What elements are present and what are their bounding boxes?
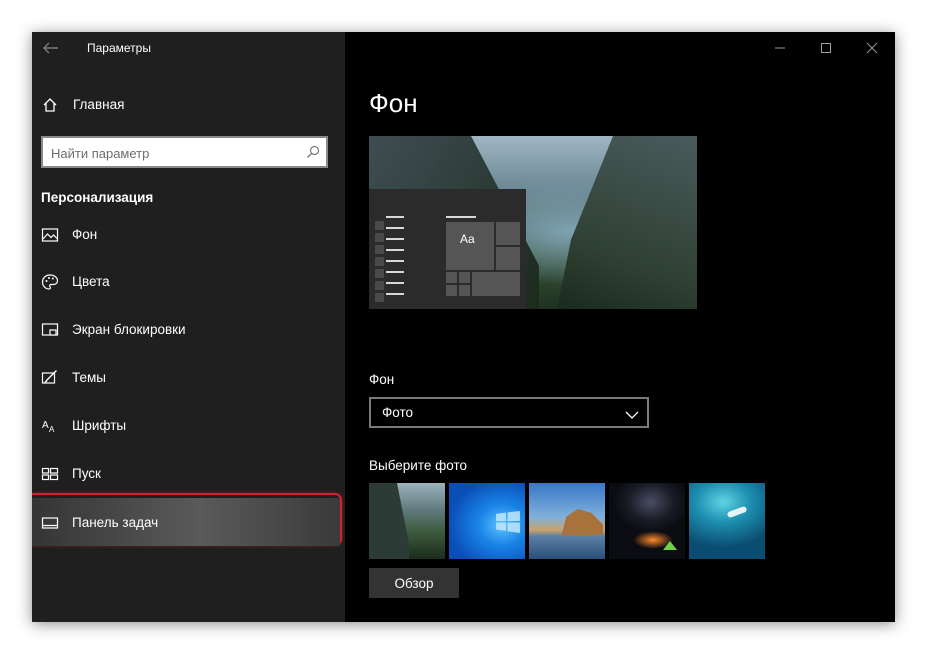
svg-text:A: A bbox=[49, 425, 55, 434]
windows-logo-icon bbox=[496, 511, 520, 533]
nav-list: Фон Цвета Экран блокировки Темы A A Шриф… bbox=[32, 222, 345, 622]
photo-thumbnail-windows-logo[interactable] bbox=[449, 483, 525, 559]
picture-icon bbox=[41, 226, 59, 244]
svg-text:A: A bbox=[42, 420, 49, 431]
sidebar-item-fonts[interactable]: A A Шрифты bbox=[32, 406, 345, 446]
lock-screen-icon bbox=[41, 321, 59, 339]
sidebar-item-colors[interactable]: Цвета bbox=[32, 262, 345, 302]
tile-aa: Aa bbox=[446, 222, 494, 270]
start-menu-mockup: Aa bbox=[369, 189, 526, 309]
minimize-button[interactable] bbox=[757, 32, 803, 64]
sidebar: Параметры Главная Персонализация bbox=[32, 32, 345, 622]
page-title: Фон bbox=[369, 88, 418, 118]
maximize-icon bbox=[821, 43, 831, 53]
browse-button[interactable]: Обзор bbox=[369, 568, 459, 598]
home-label: Главная bbox=[73, 97, 125, 112]
palette-icon bbox=[41, 273, 59, 291]
sidebar-item-label: Пуск bbox=[72, 466, 101, 481]
maximize-button[interactable] bbox=[803, 32, 849, 64]
choose-photo-label: Выберите фото bbox=[369, 458, 467, 473]
sidebar-item-label: Цвета bbox=[72, 274, 110, 289]
sidebar-item-start[interactable]: Пуск bbox=[32, 454, 345, 494]
chevron-down-icon bbox=[625, 407, 639, 419]
background-type-label: Фон bbox=[369, 372, 395, 387]
minimize-icon bbox=[775, 47, 785, 49]
close-icon bbox=[866, 42, 878, 54]
main-content: Фон Aa Фон Фото Выберите фото Обзор bbox=[345, 32, 895, 622]
preview-landscape bbox=[557, 136, 697, 309]
section-title: Персонализация bbox=[41, 190, 154, 205]
photo-thumbnail-night-sky[interactable] bbox=[609, 483, 685, 559]
taskbar-icon bbox=[41, 514, 59, 532]
back-arrow-icon bbox=[43, 42, 58, 54]
sidebar-item-background[interactable]: Фон bbox=[32, 222, 345, 255]
sidebar-item-label: Фон bbox=[72, 227, 98, 242]
background-preview: Aa bbox=[369, 136, 697, 309]
search-box[interactable] bbox=[41, 136, 328, 168]
themes-icon bbox=[41, 369, 59, 387]
sidebar-item-label: Шрифты bbox=[72, 418, 127, 433]
sidebar-item-label: Темы bbox=[72, 370, 106, 385]
app-title: Параметры bbox=[87, 41, 151, 55]
background-type-dropdown[interactable]: Фото bbox=[369, 397, 649, 428]
photo-thumbnail-beach-rocks[interactable] bbox=[529, 483, 605, 559]
sidebar-item-label: Панель задач bbox=[72, 515, 159, 530]
search-icon[interactable] bbox=[306, 145, 320, 159]
photo-thumbnail-underwater[interactable] bbox=[689, 483, 765, 559]
sidebar-item-home[interactable]: Главная bbox=[32, 88, 345, 122]
close-button[interactable] bbox=[849, 32, 895, 64]
sidebar-item-themes[interactable]: Темы bbox=[32, 358, 345, 398]
sidebar-item-taskbar[interactable]: Панель задач bbox=[32, 503, 345, 543]
start-icon bbox=[41, 465, 59, 483]
fonts-icon: A A bbox=[41, 417, 59, 435]
settings-window: Параметры Главная Персонализация bbox=[32, 32, 895, 622]
photo-thumbnail-mountain-valley[interactable] bbox=[369, 483, 445, 559]
sidebar-item-lock-screen[interactable]: Экран блокировки bbox=[32, 310, 345, 350]
search-input[interactable] bbox=[51, 144, 297, 162]
sidebar-item-label: Экран блокировки bbox=[72, 322, 186, 337]
dropdown-value: Фото bbox=[382, 405, 414, 420]
back-button[interactable] bbox=[41, 40, 61, 56]
preview-sample-text: Aa bbox=[460, 232, 475, 246]
home-icon bbox=[42, 97, 58, 113]
